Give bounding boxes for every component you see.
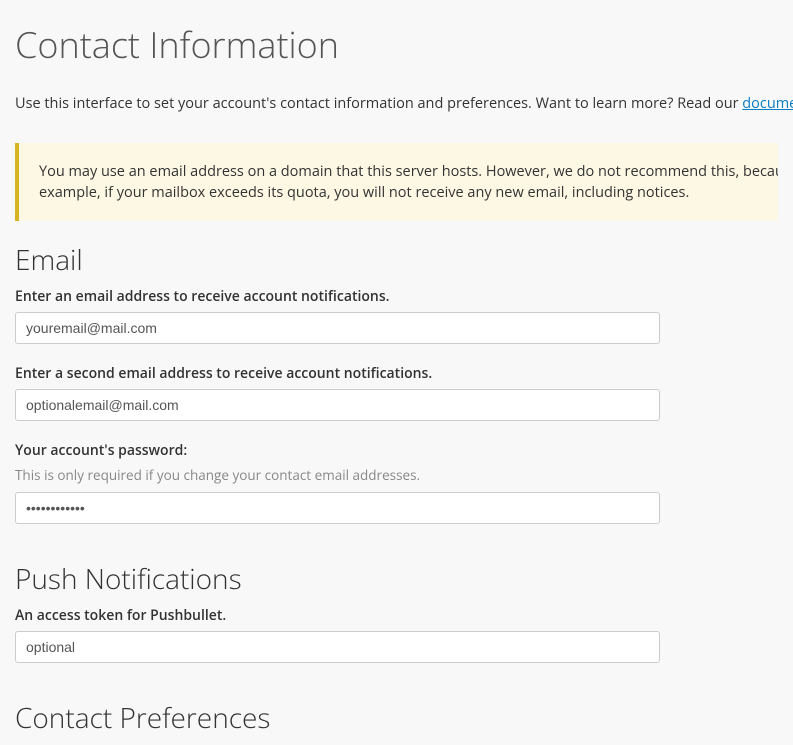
- alert-line2: example, if your mailbox exceeds its quo…: [39, 182, 758, 203]
- primary-email-label: Enter an email address to receive accoun…: [15, 287, 778, 306]
- password-hint: This is only required if you change your…: [15, 466, 778, 484]
- intro-text: Use this interface to set your account's…: [15, 94, 742, 113]
- password-label: Your account's password:: [15, 441, 778, 460]
- secondary-email-label: Enter a second email address to receive …: [15, 364, 778, 383]
- intro-paragraph: Use this interface to set your account's…: [15, 94, 778, 113]
- email-heading: Email: [15, 241, 778, 279]
- password-input[interactable]: [15, 492, 660, 524]
- secondary-email-input[interactable]: [15, 389, 660, 421]
- push-token-input[interactable]: [15, 631, 660, 663]
- page-title: Contact Information: [15, 20, 778, 69]
- preferences-heading: Contact Preferences: [15, 699, 778, 737]
- documentation-link[interactable]: documentat: [742, 94, 793, 113]
- push-token-label: An access token for Pushbullet.: [15, 606, 778, 625]
- push-heading: Push Notifications: [15, 560, 778, 598]
- alert-line1: You may use an email address on a domain…: [39, 161, 758, 182]
- primary-email-input[interactable]: [15, 312, 660, 344]
- warning-alert: You may use an email address on a domain…: [15, 143, 778, 221]
